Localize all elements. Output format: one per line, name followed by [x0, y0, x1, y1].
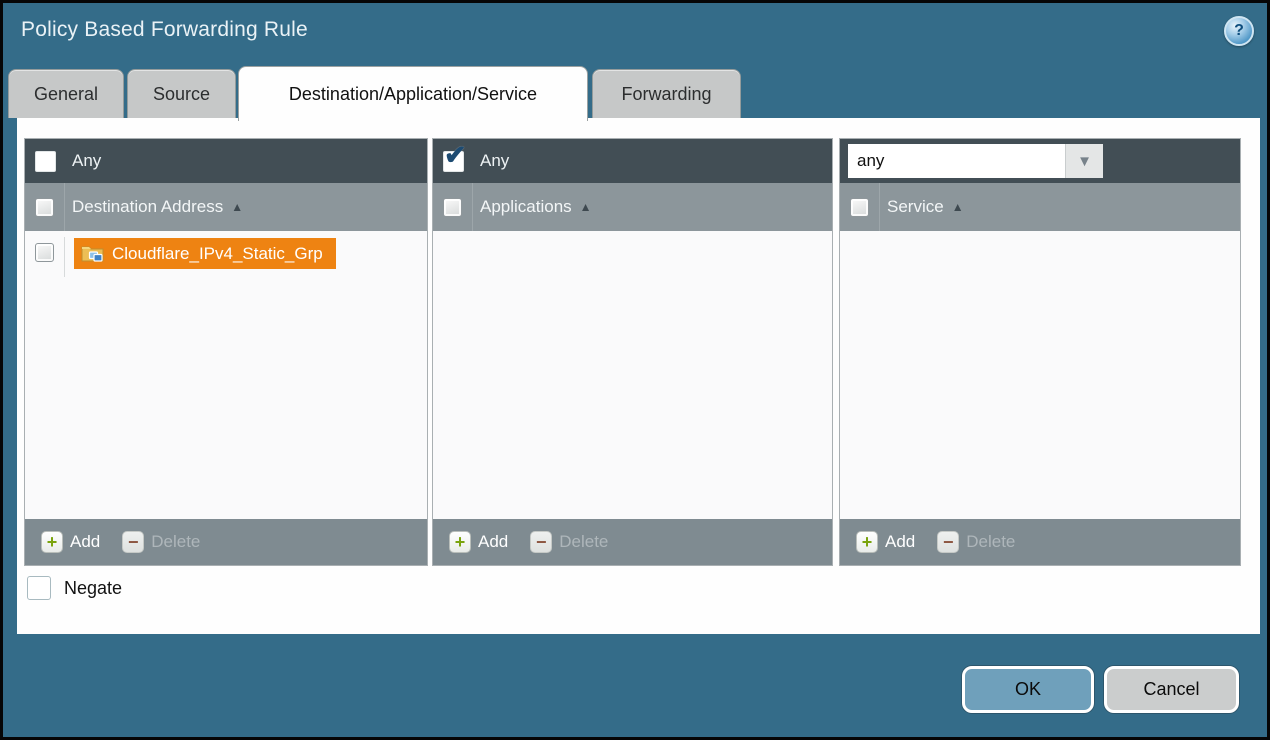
service-list: [840, 231, 1240, 519]
applications-column: ✔ Any Applications ▲ + Add − Delete: [432, 138, 833, 566]
destination-address-entry[interactable]: Cloudflare_IPv4_Static_Grp: [74, 238, 336, 269]
service-header-row: Service ▲: [840, 183, 1240, 231]
applications-select-all-checkbox[interactable]: [443, 198, 462, 217]
table-row: Cloudflare_IPv4_Static_Grp: [25, 237, 427, 277]
service-dropdown: any ▼: [848, 144, 1103, 178]
negate-checkbox[interactable]: [27, 576, 51, 600]
tab-label: General: [34, 84, 98, 105]
tab-label: Destination/Application/Service: [289, 84, 537, 105]
service-select-all-checkbox[interactable]: [850, 198, 869, 217]
delete-button-label: Delete: [559, 532, 608, 552]
delete-button-label: Delete: [151, 532, 200, 552]
minus-icon: −: [530, 531, 552, 553]
applications-column-header[interactable]: Applications: [480, 197, 572, 217]
service-dropdown-button[interactable]: ▼: [1065, 144, 1103, 178]
applications-any-bar: ✔ Any: [433, 139, 832, 183]
cancel-button-label: Cancel: [1143, 679, 1199, 700]
add-button-label: Add: [70, 532, 100, 552]
question-mark-glyph: ?: [1234, 22, 1244, 40]
dialog-title: Policy Based Forwarding Rule: [21, 18, 308, 42]
tab-source[interactable]: Source: [127, 69, 236, 118]
plus-icon: +: [449, 531, 471, 553]
applications-footer-bar: + Add − Delete: [433, 519, 832, 565]
destination-column-header[interactable]: Destination Address: [72, 197, 223, 217]
applications-header-row: Applications ▲: [433, 183, 832, 231]
address-group-name: Cloudflare_IPv4_Static_Grp: [112, 244, 323, 264]
sort-ascending-icon[interactable]: ▲: [580, 200, 592, 214]
cancel-button[interactable]: Cancel: [1104, 666, 1239, 713]
tab-destination-application-service[interactable]: Destination/Application/Service: [238, 66, 588, 121]
service-footer-bar: + Add − Delete: [840, 519, 1240, 565]
add-button-label: Add: [885, 532, 915, 552]
sort-ascending-icon[interactable]: ▲: [231, 200, 243, 214]
checkmark-icon: ✔: [444, 140, 467, 171]
destination-list: Cloudflare_IPv4_Static_Grp: [25, 231, 427, 519]
minus-icon: −: [122, 531, 144, 553]
minus-icon: −: [937, 531, 959, 553]
row-checkbox-cell: [25, 237, 65, 277]
applications-any-checkbox[interactable]: ✔: [443, 151, 464, 172]
pbf-rule-dialog: Policy Based Forwarding Rule ? General S…: [0, 0, 1270, 740]
negate-row: Negate: [27, 576, 122, 600]
service-column: any ▼ Service ▲ + Add: [839, 138, 1241, 566]
add-button-label: Add: [478, 532, 508, 552]
ok-button[interactable]: OK: [962, 666, 1094, 713]
destination-select-all-cell: [25, 183, 65, 231]
sort-ascending-icon[interactable]: ▲: [952, 200, 964, 214]
destination-select-all-checkbox[interactable]: [35, 198, 54, 217]
ok-button-label: OK: [1015, 679, 1041, 700]
add-button[interactable]: + Add: [449, 531, 508, 553]
service-column-header[interactable]: Service: [887, 197, 944, 217]
tab-forwarding[interactable]: Forwarding: [592, 69, 741, 118]
destination-header-row: Destination Address ▲: [25, 183, 427, 231]
negate-label: Negate: [64, 578, 122, 599]
tab-label: Forwarding: [621, 84, 711, 105]
destination-address-column: Any Destination Address ▲: [24, 138, 428, 566]
service-dropdown-bar: any ▼: [840, 139, 1240, 183]
delete-button[interactable]: − Delete: [122, 531, 200, 553]
add-button[interactable]: + Add: [856, 531, 915, 553]
destination-footer-bar: + Add − Delete: [25, 519, 427, 565]
delete-button[interactable]: − Delete: [937, 531, 1015, 553]
destination-any-checkbox[interactable]: [35, 151, 56, 172]
plus-icon: +: [41, 531, 63, 553]
add-button[interactable]: + Add: [41, 531, 100, 553]
tab-label: Source: [153, 84, 210, 105]
row-checkbox[interactable]: [35, 243, 54, 262]
service-dropdown-value[interactable]: any: [848, 144, 1065, 178]
plus-icon: +: [856, 531, 878, 553]
help-icon[interactable]: ?: [1224, 16, 1254, 46]
delete-button[interactable]: − Delete: [530, 531, 608, 553]
applications-select-all-cell: [433, 183, 473, 231]
destination-any-bar: Any: [25, 139, 427, 183]
tab-general[interactable]: General: [8, 69, 124, 118]
service-select-all-cell: [840, 183, 880, 231]
delete-button-label: Delete: [966, 532, 1015, 552]
applications-list: [433, 231, 832, 519]
tab-content-panel: Any Destination Address ▲: [17, 118, 1260, 634]
applications-any-label: Any: [480, 151, 509, 171]
address-group-icon: [81, 244, 104, 263]
destination-any-label: Any: [72, 151, 101, 171]
chevron-down-icon: ▼: [1077, 153, 1092, 170]
